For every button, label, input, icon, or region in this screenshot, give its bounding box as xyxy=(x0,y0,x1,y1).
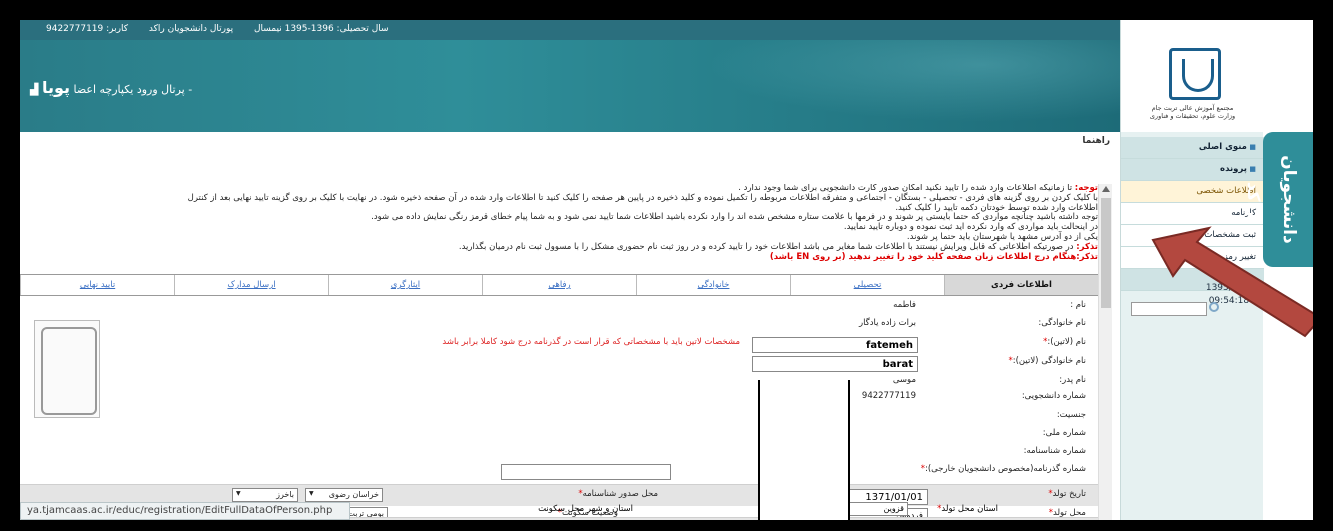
sidebar-item-main-menu[interactable]: منوی اصلی xyxy=(1121,137,1264,159)
father-label: نام پدر: xyxy=(1059,375,1086,385)
black-overlay-bar xyxy=(758,380,850,520)
sidebar-item-file[interactable]: پرونده xyxy=(1121,159,1264,181)
father-value: موسی xyxy=(892,375,916,385)
brand-name: پویا xyxy=(41,78,71,97)
issue-place-label: محل صدور شناسنامه* xyxy=(578,489,658,499)
pointer-arrow-icon xyxy=(1151,226,1313,338)
scroll-up-icon[interactable] xyxy=(1102,186,1110,192)
chart-logo-icon: ▟ xyxy=(30,83,39,96)
residence-city-label: استان و شهر محل سکونت xyxy=(538,504,633,514)
brand-subtitle: - پرتال ورود یکپارچه اعضا xyxy=(73,83,193,96)
screenshot-frame: سال تحصیلی: 1396-1395 نیمسال پورتال دانش… xyxy=(0,0,1333,531)
birth-province-label: استان محل تولد xyxy=(941,504,998,514)
university-logo-icon xyxy=(1169,48,1221,100)
birth-province-row: استان محل تولد* xyxy=(937,504,998,514)
logo-caption-line1: مجتمع آموزش عالی تربت جام xyxy=(1151,104,1234,112)
logo-caption-line2: وزارت علوم، تحقیقات و فناوری xyxy=(1149,112,1236,120)
latin-family-input[interactable] xyxy=(752,356,918,372)
photo-placeholder[interactable] xyxy=(34,320,100,418)
tab-family[interactable]: خانوادگی xyxy=(636,275,790,295)
main-scrollbar[interactable] xyxy=(1098,184,1112,520)
name-label: نام : xyxy=(1070,300,1086,310)
family-value: برات زاده یادگار xyxy=(858,318,916,328)
info-bar: سال تحصیلی: 1396-1395 نیمسال پورتال دانش… xyxy=(20,20,1120,40)
info-user: کاربر: 9422777119 xyxy=(46,24,129,34)
student-no-value: 9422777119 xyxy=(861,391,916,401)
name-value: فاطمه xyxy=(893,300,916,310)
info-year: سال تحصیلی: 1396-1395 نیمسال xyxy=(254,24,389,34)
passport-label: شماره گذرنامه(مخصوص دانشجویان خارجی):* xyxy=(920,464,1086,474)
form-tabs: اطلاعات فردی تحصیلی خانوادگی رفاهی ایثار… xyxy=(20,274,1098,296)
main-content: راهنما توجه: تا زمانیکه اطلاعات وارد شده… xyxy=(20,132,1118,520)
status-url: ya.tjamcaas.ac.ir/educ/registration/Edit… xyxy=(20,502,350,520)
tab-personal[interactable]: اطلاعات فردی xyxy=(944,275,1098,295)
passport-input[interactable] xyxy=(501,464,671,480)
latin-hint: مشخصات لاتین باید با مشخصاتی که قرار است… xyxy=(442,337,740,347)
latin-name-input[interactable] xyxy=(752,337,918,353)
notice-box: توجه: تا زمانیکه اطلاعات وارد شده را تای… xyxy=(28,184,1098,262)
info-portal[interactable]: پورتال دانشجویان راکد xyxy=(149,24,233,34)
tab-send-documents[interactable]: ارسال مدارک xyxy=(174,275,328,295)
personal-form: نام : فاطمه نام خانوادگی: برات زاده یادگار… xyxy=(20,300,1098,520)
tab-education[interactable]: تحصیلی xyxy=(790,275,944,295)
help-link[interactable]: راهنما xyxy=(1082,136,1110,146)
overlay-gap xyxy=(758,380,850,520)
tab-final-approval[interactable]: تایید نهایی xyxy=(20,275,174,295)
logo-caption: مجتمع آموزش عالی تربت جام وزارت علوم، تح… xyxy=(1125,104,1260,120)
issue-province-select[interactable]: خراسان رضوی xyxy=(305,488,383,502)
tab-sacrifice[interactable]: ایثارگری xyxy=(328,275,482,295)
browser-viewport: سال تحصیلی: 1396-1395 نیمسال پورتال دانش… xyxy=(20,20,1313,520)
national-id-label: شماره ملی: xyxy=(1042,428,1086,438)
scroll-thumb[interactable] xyxy=(1101,198,1111,308)
residence-city-row: استان و شهر محل سکونت xyxy=(538,504,633,520)
issue-city-select[interactable]: باخرز xyxy=(232,488,298,502)
notice-line: تذکر:هنگام درج اطلاعات زبان صفحه کلید خو… xyxy=(769,251,1098,262)
brand[interactable]: - پرتال ورود یکپارچه اعضا پویا ▟ xyxy=(30,78,192,97)
id-number-label: شماره شناسنامه: xyxy=(1023,446,1086,456)
gender-label: جنسیت: xyxy=(1056,410,1086,420)
tab-welfare[interactable]: رفاهی xyxy=(482,275,636,295)
logo-area: مجتمع آموزش عالی تربت جام وزارت علوم، تح… xyxy=(1121,20,1264,132)
